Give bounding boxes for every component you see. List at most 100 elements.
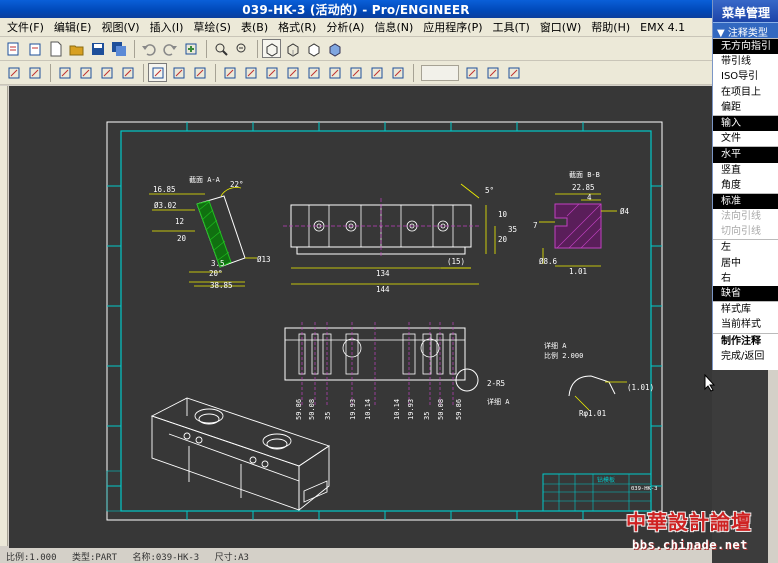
dim-front-0[interactable]: 134 xyxy=(376,269,390,278)
menu-item-2[interactable]: 视图(V) xyxy=(96,19,144,35)
section-aa-view[interactable]: 截面 A-A 16.85 22° Ø3.02 12 20 3.5 20° 38.… xyxy=(149,175,271,290)
dim-aa-4[interactable]: 20 xyxy=(177,234,187,243)
menu-manager-item[interactable]: 文件 xyxy=(713,131,778,146)
dim-bottom-8[interactable]: 50.08 xyxy=(437,399,445,420)
dim-bottom-1[interactable]: 50.08 xyxy=(308,399,316,420)
delete-button[interactable] xyxy=(4,63,23,82)
wireframe-button[interactable] xyxy=(262,39,281,58)
detail-a-view[interactable]: 详细 A 比例 2.000 (1.01) Rφ1.01 xyxy=(544,341,654,418)
no-hidden-button[interactable] xyxy=(304,39,323,58)
menu-item-5[interactable]: 表(B) xyxy=(236,19,273,35)
dim-aa-8[interactable]: Ø13 xyxy=(257,255,271,264)
hatch-button[interactable] xyxy=(190,63,209,82)
dim-bottom-6[interactable]: 19.93 xyxy=(407,399,415,420)
dim-aa-0[interactable]: 16.85 xyxy=(153,185,176,194)
dim-front-2[interactable]: 144 xyxy=(376,285,390,294)
dim-bottom-7[interactable]: 35 xyxy=(423,412,431,420)
draft-arc-button[interactable] xyxy=(504,63,523,82)
datum-button[interactable] xyxy=(325,63,344,82)
menu-item-6[interactable]: 格式(R) xyxy=(273,19,321,35)
menu-manager-item[interactable]: ISO导引 xyxy=(713,69,778,84)
menu-manager-subtitle[interactable]: ▼ 注释类型 xyxy=(713,22,778,39)
menu-manager-item[interactable]: 样式库 xyxy=(713,302,778,317)
align-button[interactable] xyxy=(118,63,137,82)
dim-bb-2[interactable]: Ø4 xyxy=(620,207,630,216)
dim-bottom-0[interactable]: 59.86 xyxy=(295,399,303,420)
menu-item-3[interactable]: 插入(I) xyxy=(145,19,189,35)
show-annotations-button[interactable] xyxy=(25,63,44,82)
menu-manager-item[interactable]: 左 xyxy=(713,240,778,255)
save-button[interactable] xyxy=(88,39,107,58)
menu-manager-item[interactable]: 带引线 xyxy=(713,54,778,69)
detail-dim-0[interactable]: (1.01) xyxy=(627,383,654,392)
arrange-button[interactable] xyxy=(97,63,116,82)
menu-manager-item[interactable]: 标准 xyxy=(713,193,778,210)
menu-item-12[interactable]: 帮助(H) xyxy=(586,19,635,35)
front-view[interactable]: 134 (15) 144 5° 35 20 10 xyxy=(283,183,517,294)
graphics-window[interactable]: 截面 A-A 16.85 22° Ø3.02 12 20 3.5 20° 38.… xyxy=(9,86,712,548)
dim-front-4[interactable]: 35 xyxy=(508,225,517,234)
balloon-button[interactable] xyxy=(262,63,281,82)
dim-aa-2[interactable]: Ø3.02 xyxy=(154,201,177,210)
dim-bottom-3[interactable]: 19.93 xyxy=(349,399,357,420)
menu-manager-item[interactable]: 水平 xyxy=(713,147,778,163)
zoom-out-button[interactable] xyxy=(232,39,251,58)
dim-bottom-4[interactable]: 10.14 xyxy=(364,399,372,420)
menu-item-10[interactable]: 工具(T) xyxy=(488,19,535,35)
menu-manager-item[interactable]: 当前样式 xyxy=(713,317,778,332)
draft-chain-button[interactable] xyxy=(483,63,502,82)
undo-button[interactable] xyxy=(139,39,158,58)
top-view[interactable]: 2-R5 详细 A 59.86 50.08 35 19.93 10.14 10.… xyxy=(284,322,510,420)
shaded-button[interactable] xyxy=(325,39,344,58)
dim-aa-6[interactable]: 20° xyxy=(209,269,223,278)
parameter-button[interactable] xyxy=(388,63,407,82)
menu-manager-item[interactable]: 缺省 xyxy=(713,286,778,302)
dim-aa-7[interactable]: 38.85 xyxy=(210,281,233,290)
menu-manager-item[interactable]: 右 xyxy=(713,271,778,286)
menu-manager-item[interactable]: 完成/返回 xyxy=(713,349,778,364)
grid-button[interactable] xyxy=(346,63,365,82)
menu-manager-item[interactable]: 竖直 xyxy=(713,163,778,178)
dim-front-1[interactable]: (15) xyxy=(447,257,465,266)
dim-bottom-5[interactable]: 10.14 xyxy=(393,399,401,420)
dim-bb-5[interactable]: 1.01 xyxy=(569,267,587,276)
hidden-line-button[interactable] xyxy=(283,39,302,58)
snap-button[interactable] xyxy=(283,63,302,82)
dim-bb-1[interactable]: 4 xyxy=(587,193,592,202)
detail-dim-1[interactable]: Rφ1.01 xyxy=(579,409,606,418)
menu-manager-item[interactable]: 制作注释 xyxy=(713,334,778,349)
menu-manager-item[interactable]: 偏距 xyxy=(713,100,778,115)
dimension-button[interactable] xyxy=(220,63,239,82)
toolbar-value-field[interactable] xyxy=(421,64,459,81)
draft-line-button[interactable] xyxy=(462,63,481,82)
menu-item-9[interactable]: 应用程序(P) xyxy=(418,19,487,35)
callout-radius[interactable]: 2-R5 xyxy=(487,379,505,388)
menu-item-13[interactable]: EMX 4.1 xyxy=(635,21,690,34)
layer-button[interactable] xyxy=(367,63,386,82)
dim-front-5[interactable]: 20 xyxy=(498,235,508,244)
dim-front-6[interactable]: 10 xyxy=(498,210,508,219)
refresh-button[interactable] xyxy=(55,63,74,82)
dim-bottom-9[interactable]: 59.86 xyxy=(455,399,463,420)
move-view-button[interactable] xyxy=(76,63,95,82)
menu-manager-item[interactable]: 居中 xyxy=(713,256,778,271)
create-note-button[interactable] xyxy=(169,63,188,82)
menu-manager-item[interactable]: 角度 xyxy=(713,178,778,193)
surface-finish-button[interactable] xyxy=(304,63,323,82)
text-style-button[interactable] xyxy=(148,63,167,82)
menu-item-8[interactable]: 信息(N) xyxy=(369,19,418,35)
menu-item-0[interactable]: 文件(F) xyxy=(2,19,49,35)
drawing-canvas[interactable]: 截面 A-A 16.85 22° Ø3.02 12 20 3.5 20° 38.… xyxy=(9,86,712,548)
dim-bb-0[interactable]: 22.85 xyxy=(572,183,595,192)
dim-bb-4[interactable]: Ø8.6 xyxy=(539,257,558,266)
menu-item-1[interactable]: 编辑(E) xyxy=(49,19,97,35)
menu-item-11[interactable]: 窗口(W) xyxy=(535,19,586,35)
menu-item-7[interactable]: 分析(A) xyxy=(321,19,369,35)
dim-aa-3[interactable]: 12 xyxy=(175,217,184,226)
dim-aa-1[interactable]: 22° xyxy=(230,180,244,189)
section-bb-view[interactable]: 截面 B-B 22.85 4 Ø4 7 Ø8.6 1.01 xyxy=(533,170,630,276)
new-drawing-button[interactable] xyxy=(4,39,23,58)
zoom-window-button[interactable] xyxy=(211,39,230,58)
menu-manager-item[interactable]: 无方向指引 xyxy=(713,39,778,55)
open-button[interactable] xyxy=(67,39,86,58)
